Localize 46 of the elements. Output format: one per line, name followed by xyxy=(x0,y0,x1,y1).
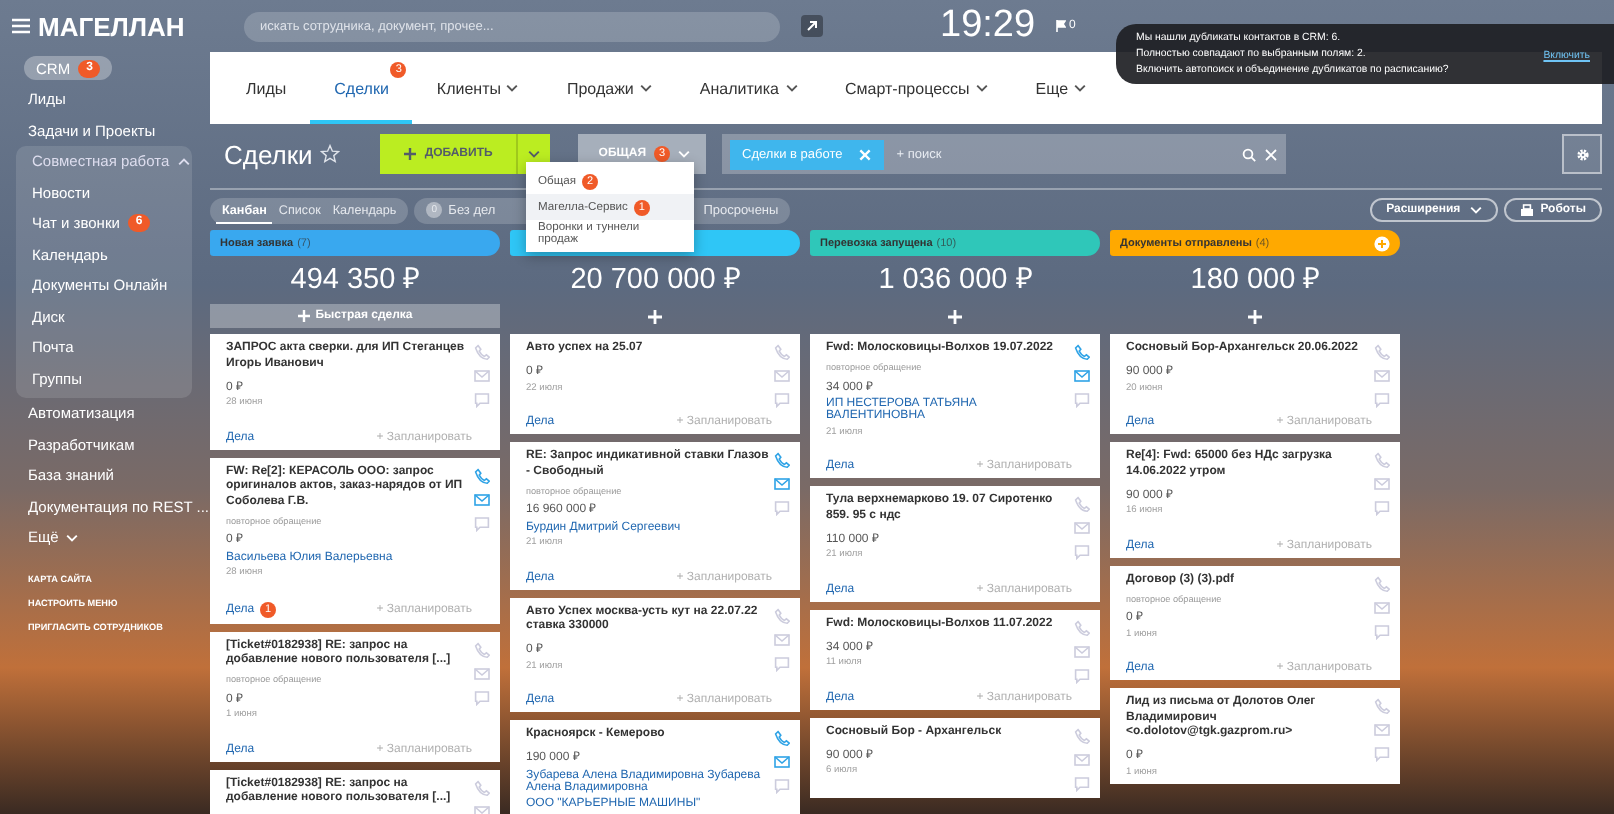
expand-icon xyxy=(800,14,824,38)
printer-icon xyxy=(1520,203,1535,217)
menu-icon xyxy=(12,18,30,34)
column-sum: 494 350 ₽ xyxy=(288,262,422,300)
speech-bubble-icon xyxy=(1374,392,1390,408)
flag-icon xyxy=(1055,20,1066,32)
plus-icon xyxy=(297,310,310,322)
speech-bubble-icon xyxy=(474,515,490,531)
plus-icon xyxy=(648,309,662,323)
caret-icon xyxy=(528,150,541,158)
speech-bubble-icon xyxy=(474,689,490,705)
speech-bubble-icon xyxy=(1374,500,1390,516)
speech-bubble-icon xyxy=(774,392,790,408)
speech-bubble-icon xyxy=(1074,544,1090,560)
search-icon xyxy=(1242,147,1256,161)
tab[interactable]: Аналитика xyxy=(675,52,822,124)
tab[interactable]: Еще xyxy=(1011,52,1111,124)
clock-time: 19:29 xyxy=(940,4,1036,48)
plus-icon xyxy=(948,309,962,323)
tab[interactable]: Продажи xyxy=(542,52,676,124)
settings-button[interactable] xyxy=(1562,134,1602,174)
speech-bubble-icon xyxy=(1374,746,1390,762)
speech-bubble-icon xyxy=(1374,623,1390,639)
plus-icon xyxy=(404,148,417,160)
tab[interactable]: Клиенты xyxy=(412,52,543,124)
speech-bubble-icon xyxy=(1074,667,1090,683)
page-title: Сделки xyxy=(224,139,313,169)
caret-icon xyxy=(1470,206,1483,214)
speech-bubble-icon xyxy=(474,392,490,408)
speech-bubble-icon xyxy=(774,778,790,794)
speech-bubble-icon xyxy=(1074,775,1090,791)
tab[interactable]: Смарт-процессы xyxy=(821,52,1012,124)
speech-bubble-icon xyxy=(774,500,790,516)
column-sum: 20 700 000 ₽ xyxy=(568,262,742,300)
tab[interactable]: Лиды xyxy=(222,52,311,124)
star-icon xyxy=(320,144,341,164)
plus-icon xyxy=(1248,309,1262,323)
close-icon xyxy=(1264,147,1278,161)
column-sum: 1 036 000 ₽ xyxy=(876,262,1034,300)
logo-text: МАГЕЛЛАН xyxy=(38,11,185,41)
column-sum: 180 000 ₽ xyxy=(1188,262,1322,300)
caret-icon xyxy=(678,150,691,158)
speech-bubble-icon xyxy=(1074,392,1090,408)
settings-icon xyxy=(1575,147,1589,161)
speech-bubble-icon xyxy=(774,655,790,671)
close-icon xyxy=(858,147,873,161)
